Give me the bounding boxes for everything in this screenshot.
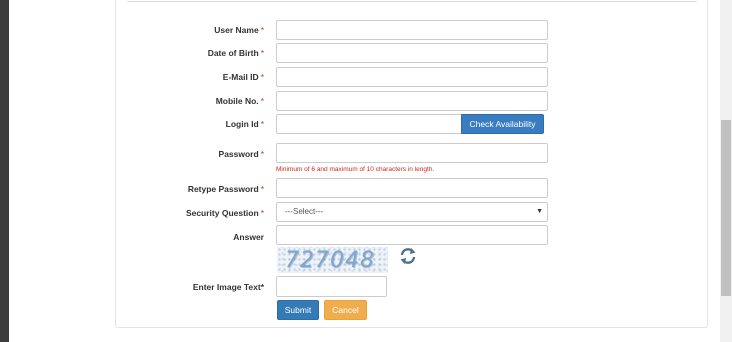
password-input[interactable] bbox=[276, 143, 548, 163]
window-left-edge bbox=[0, 0, 9, 342]
dob-label: Date of Birth * bbox=[207, 48, 264, 58]
refresh-icon[interactable] bbox=[398, 246, 418, 266]
required-marker: * bbox=[260, 149, 264, 159]
caret-down-icon: ▼ bbox=[536, 208, 543, 215]
required-marker: * bbox=[260, 25, 264, 35]
user-name-input[interactable] bbox=[276, 20, 548, 40]
panel-divider bbox=[127, 1, 697, 2]
security-question-label: Security Question * bbox=[185, 208, 264, 218]
retype-password-input[interactable] bbox=[276, 178, 548, 198]
image-text-input[interactable] bbox=[276, 276, 387, 297]
required-marker: * bbox=[260, 184, 264, 194]
captcha-text: 727048 bbox=[285, 248, 375, 273]
required-marker: * bbox=[260, 119, 264, 129]
password-label: Password * bbox=[218, 149, 264, 159]
email-input[interactable] bbox=[276, 67, 548, 87]
security-question-selected: ---Select--- bbox=[285, 207, 324, 216]
captcha-image: 727048 bbox=[277, 247, 388, 273]
security-question-select[interactable]: ---Select--- ▼ bbox=[276, 202, 548, 222]
answer-label: Answer bbox=[233, 232, 264, 242]
cancel-button[interactable]: Cancel bbox=[324, 300, 367, 320]
user-name-label: User Name * bbox=[214, 25, 264, 35]
required-marker: * bbox=[260, 96, 264, 106]
login-id-input[interactable] bbox=[276, 114, 462, 134]
answer-input[interactable] bbox=[276, 225, 548, 245]
dob-input[interactable] bbox=[276, 43, 548, 63]
submit-button[interactable]: Submit bbox=[277, 300, 319, 320]
mobile-label: Mobile No. * bbox=[215, 96, 264, 106]
login-id-label: Login Id * bbox=[225, 119, 264, 129]
required-marker: * bbox=[260, 72, 264, 82]
retype-password-label: Retype Password * bbox=[187, 184, 264, 194]
scrollbar-thumb[interactable] bbox=[721, 120, 731, 296]
image-text-label: Enter Image Text* bbox=[192, 282, 264, 292]
required-marker: * bbox=[260, 208, 264, 218]
email-label: E-Mail ID * bbox=[222, 72, 264, 82]
password-hint: Minimum of 6 and maximum of 10 character… bbox=[276, 166, 435, 173]
mobile-input[interactable] bbox=[276, 91, 548, 111]
check-availability-button[interactable]: Check Availability bbox=[461, 114, 544, 134]
required-marker: * bbox=[260, 48, 264, 58]
